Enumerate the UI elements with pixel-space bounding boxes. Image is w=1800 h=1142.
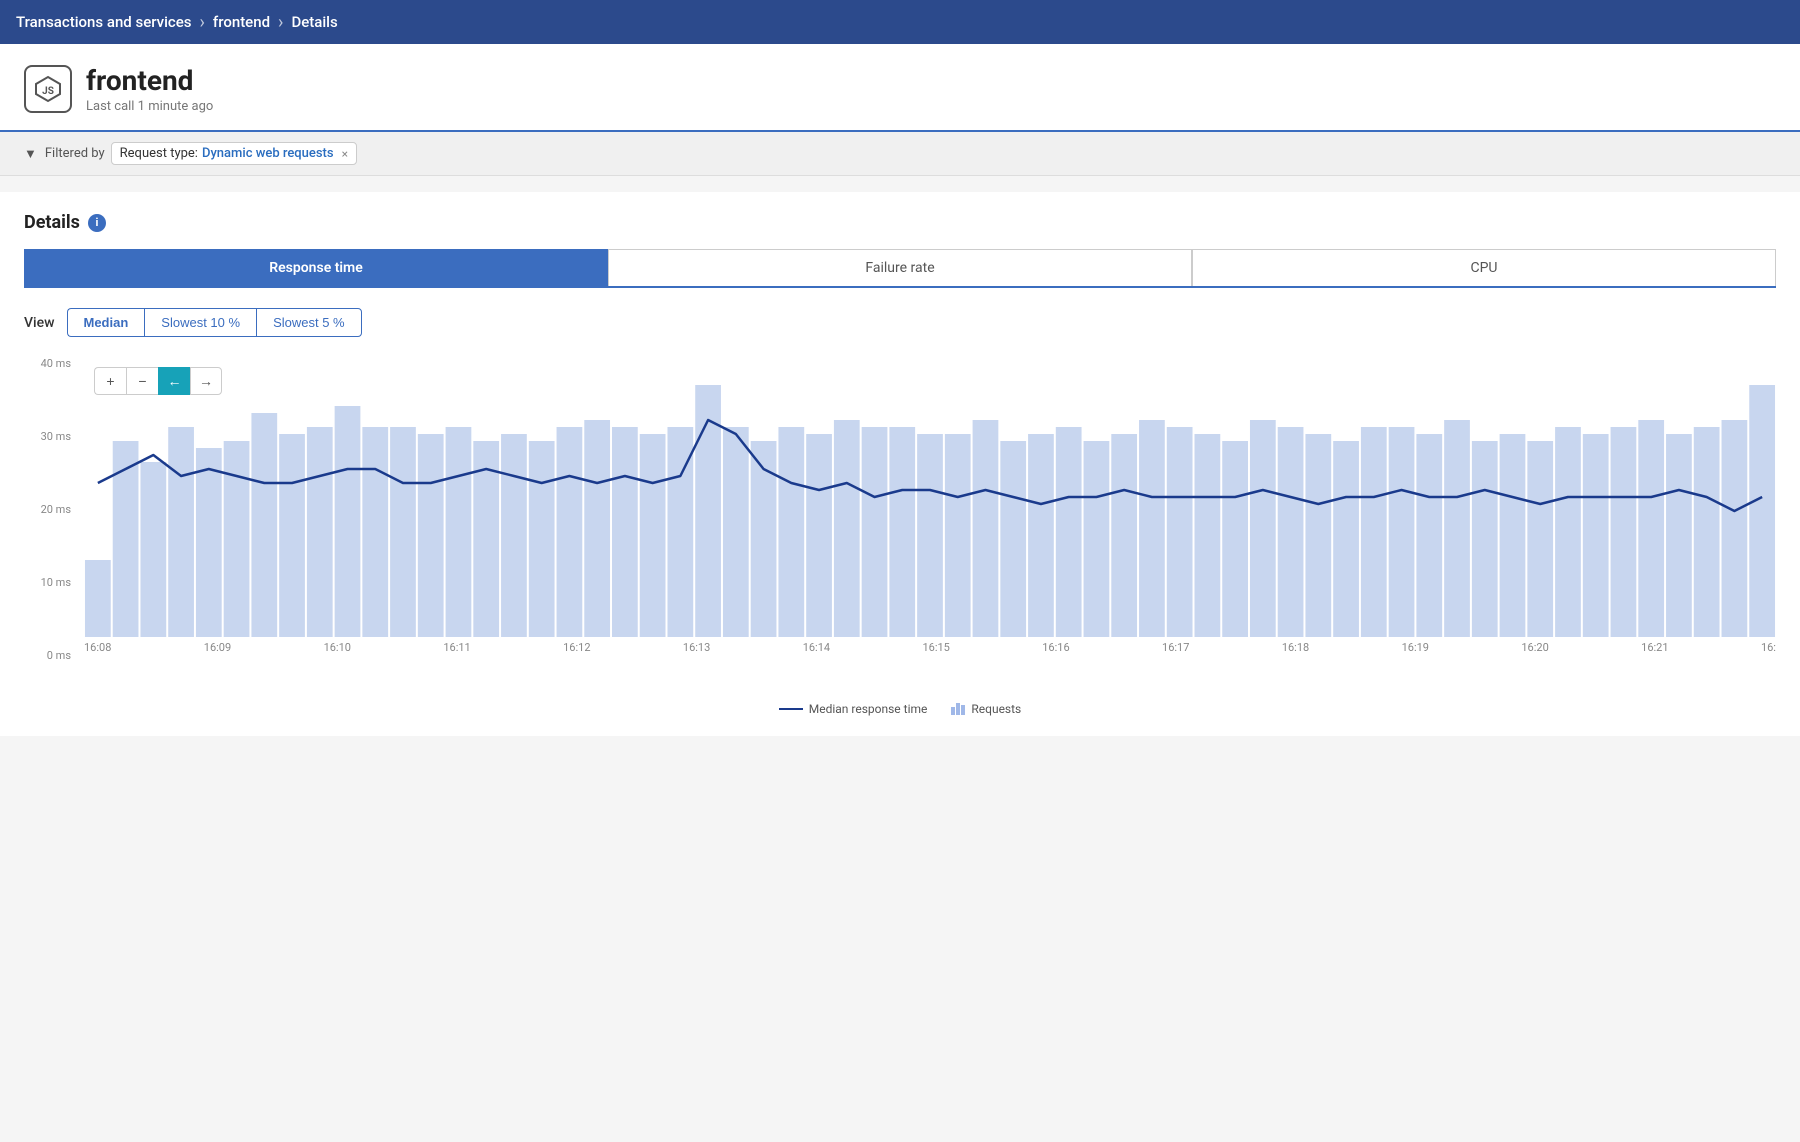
x-label-1621: 16:21 <box>1641 641 1668 654</box>
x-label-1618: 16:18 <box>1282 641 1309 654</box>
section-title: Details i <box>24 212 1776 233</box>
y-label-20: 20 ms <box>24 503 79 516</box>
filter-icon: ▼ <box>24 146 37 162</box>
legend-line-label: Median response time <box>809 702 928 716</box>
tab-cpu[interactable]: CPU <box>1192 249 1776 286</box>
chart-inner <box>84 357 1776 637</box>
x-label-1611: 16:11 <box>443 641 470 654</box>
legend-bar-m <box>956 703 960 715</box>
info-icon[interactable]: i <box>88 214 106 232</box>
page-subtitle: Last call 1 minute ago <box>86 99 213 114</box>
x-label-1616: 16:16 <box>1042 641 1069 654</box>
svg-text:JS: JS <box>42 86 54 97</box>
x-label-1612: 16:12 <box>563 641 590 654</box>
tab-response-time[interactable]: Response time <box>24 249 608 286</box>
breadcrumb-details[interactable]: Details <box>291 13 337 31</box>
pan-right-button[interactable]: → <box>190 367 222 395</box>
view-selector: View Median Slowest 10 % Slowest 5 % <box>24 308 1776 337</box>
legend-bar-s <box>951 707 955 715</box>
x-label-1610: 16:10 <box>324 641 351 654</box>
breadcrumb-sep-2: › <box>278 12 283 33</box>
x-label-1609: 16:09 <box>204 641 231 654</box>
breadcrumb-transactions[interactable]: Transactions and services <box>16 13 192 31</box>
legend-bar-l <box>961 705 965 715</box>
filter-tag[interactable]: Request type: Dynamic web requests × <box>111 142 357 165</box>
chart-legend: Median response time Requests <box>24 702 1776 716</box>
view-label: View <box>24 315 55 331</box>
x-label-1614: 16:14 <box>803 641 830 654</box>
zoom-out-button[interactable]: − <box>126 367 158 395</box>
line-svg <box>84 357 1776 637</box>
y-axis: 0 ms 10 ms 20 ms 30 ms 40 ms <box>24 357 79 664</box>
x-label-1619: 16:19 <box>1402 641 1429 654</box>
legend-bar-item: Requests <box>951 702 1021 716</box>
y-label-40: 40 ms <box>24 357 79 370</box>
nodejs-icon: JS <box>24 65 72 113</box>
filter-prefix: Filtered by <box>45 146 105 161</box>
tab-failure-rate[interactable]: Failure rate <box>608 249 1192 286</box>
view-slowest-5[interactable]: Slowest 5 % <box>256 308 362 337</box>
legend-line-symbol <box>779 708 803 710</box>
pan-left-button[interactable]: ← <box>158 367 190 395</box>
main-content: Details i Response time Failure rate CPU… <box>0 192 1800 736</box>
page-title-block: frontend Last call 1 minute ago <box>86 64 213 114</box>
filter-bar: ▼ Filtered by Request type: Dynamic web … <box>0 132 1800 176</box>
legend-bar-symbol <box>951 703 965 715</box>
x-label-1615: 16:15 <box>922 641 949 654</box>
legend-line-item: Median response time <box>779 702 928 716</box>
breadcrumb-frontend[interactable]: frontend <box>213 13 270 31</box>
tabs: Response time Failure rate CPU <box>24 249 1776 288</box>
breadcrumb-sep-1: › <box>200 12 205 33</box>
view-slowest-10[interactable]: Slowest 10 % <box>144 308 256 337</box>
x-label-1613: 16:13 <box>683 641 710 654</box>
filter-value: Dynamic web requests <box>202 146 334 161</box>
filter-key: Request type: <box>120 146 198 161</box>
zoom-in-button[interactable]: + <box>94 367 126 395</box>
chart-container: + − ← → 0 ms 10 ms 20 ms 30 ms 40 ms 16:… <box>24 357 1776 694</box>
chart-zoom-controls: + − ← → <box>94 367 222 395</box>
y-label-30: 30 ms <box>24 430 79 443</box>
x-label-1608: 16:08 <box>84 641 111 654</box>
x-label-1620: 16:20 <box>1521 641 1548 654</box>
x-axis: 16:08 16:09 16:10 16:11 16:12 16:13 16:1… <box>84 637 1776 654</box>
x-label-end: 16: <box>1761 641 1776 654</box>
view-median[interactable]: Median <box>67 308 145 337</box>
y-label-0: 0 ms <box>24 649 79 662</box>
legend-bar-label: Requests <box>971 702 1021 716</box>
x-label-1617: 16:17 <box>1162 641 1189 654</box>
page-header: JS frontend Last call 1 minute ago <box>0 44 1800 132</box>
filter-remove[interactable]: × <box>342 147 348 161</box>
breadcrumb: Transactions and services › frontend › D… <box>0 0 1800 44</box>
page-title: frontend <box>86 64 213 97</box>
y-label-10: 10 ms <box>24 576 79 589</box>
section-title-text: Details <box>24 212 80 233</box>
